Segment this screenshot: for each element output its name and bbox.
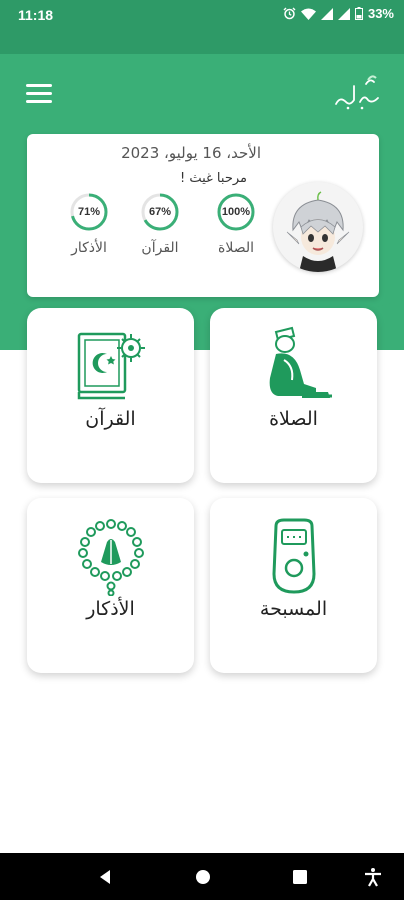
menu-button[interactable]	[26, 84, 52, 106]
signal-icon-2	[337, 7, 350, 20]
quran-progress-ring: 67%	[140, 192, 180, 232]
wifi-icon	[300, 8, 316, 20]
prayer-progress-ring: 100%	[216, 192, 256, 232]
daily-summary-card: الأحد، 16 يوليو، 2023 مرحبا غيث ! 100% ا…	[27, 134, 379, 297]
quran-tile-label: القرآن	[85, 408, 136, 430]
battery-icon	[354, 7, 363, 20]
adhkar-tile-label: الأذكار	[86, 598, 135, 620]
adhkar-progress-ring: 71%	[69, 192, 109, 232]
alarm-icon	[283, 7, 296, 20]
app-bar	[0, 32, 404, 54]
status-icons: 33%	[283, 6, 394, 21]
recents-icon[interactable]	[290, 867, 310, 887]
quran-percent: 67%	[148, 206, 172, 218]
tasbih-tile-label: المسبحة	[259, 598, 328, 620]
prayer-stat-label: الصلاة	[218, 240, 254, 256]
stat-adhkar: 71% الأذكار	[59, 192, 119, 256]
tasbih-counter-icon	[271, 518, 316, 594]
quran-icon	[77, 332, 145, 400]
home-icon[interactable]	[193, 867, 213, 887]
stat-quran: 67% القرآن	[130, 192, 190, 256]
quran-stat-label: القرآن	[141, 240, 179, 256]
system-navigation-bar	[0, 853, 404, 900]
prayer-beads-icon	[77, 519, 144, 596]
avatar-image	[286, 191, 350, 272]
stat-prayer: 100% الصلاة	[206, 192, 266, 256]
accessibility-icon[interactable]	[363, 867, 383, 887]
signal-icon	[320, 7, 333, 20]
status-time: 11:18	[18, 7, 54, 23]
greeting-text: مرحبا غيث !	[179, 171, 247, 186]
quran-tile[interactable]: القرآن	[27, 308, 194, 483]
tasbih-tile[interactable]: المسبحة	[210, 498, 377, 673]
date-text: الأحد، 16 يوليو، 2023	[121, 144, 261, 162]
status-bar: 11:18 33%	[0, 0, 404, 32]
user-avatar[interactable]	[273, 182, 363, 272]
back-icon[interactable]	[95, 867, 115, 887]
adhkar-percent: 71%	[77, 206, 101, 218]
prayer-percent: 100%	[221, 206, 251, 218]
battery-percent: 33%	[367, 6, 394, 21]
adhkar-stat-label: الأذكار	[71, 240, 107, 256]
prayer-tile[interactable]: الصلاة	[210, 308, 377, 483]
adhkar-tile[interactable]: الأذكار	[27, 498, 194, 673]
prayer-icon	[269, 326, 332, 398]
prayer-tile-label: الصلاة	[269, 408, 318, 430]
app-logo	[335, 75, 379, 110]
